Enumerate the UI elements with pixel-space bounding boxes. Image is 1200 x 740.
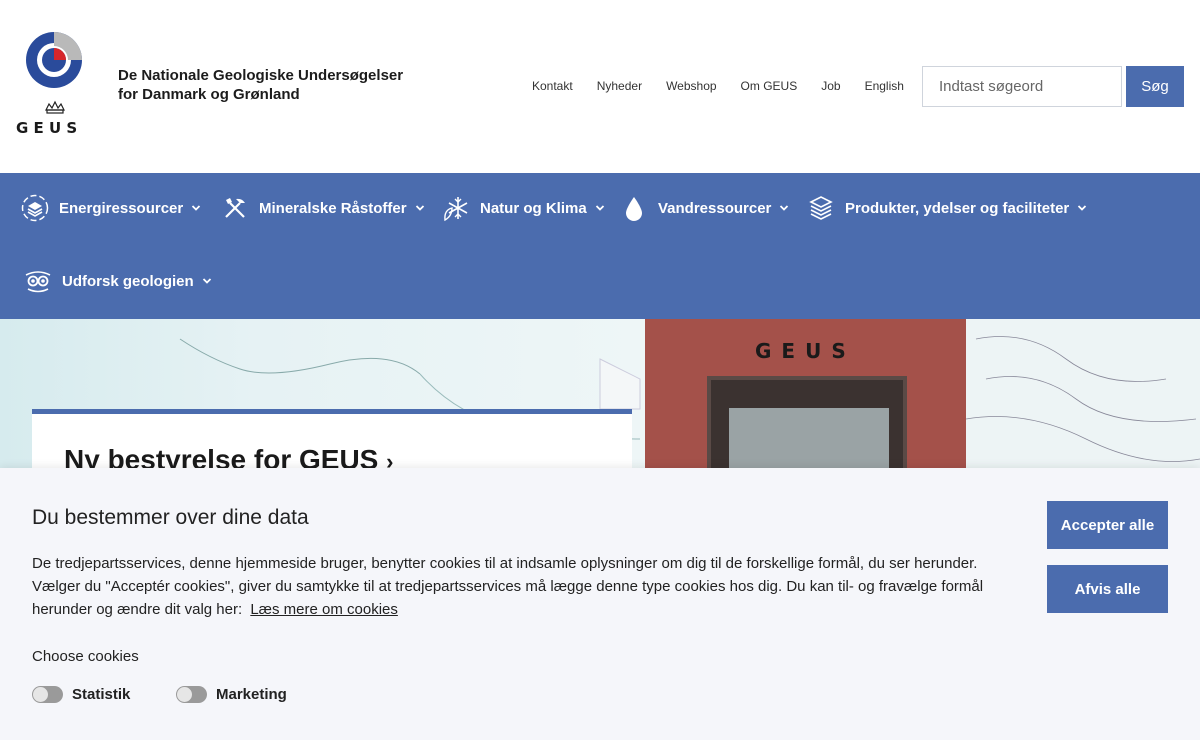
- cookie-description-text: De tredjepartsservices, denne hjemmeside…: [32, 555, 984, 618]
- top-link-job[interactable]: Job: [821, 79, 840, 93]
- building-sign: GEUS: [755, 339, 856, 363]
- cookie-banner: Du bestemmer over dine data De tredjepar…: [0, 468, 1200, 740]
- org-name-line2: for Danmark og Grønland: [118, 86, 300, 103]
- chevron-down-icon: [1078, 205, 1087, 211]
- nav-label: Produkter, ydelser og faciliteter: [845, 199, 1070, 217]
- toggle-marketing[interactable]: Marketing: [176, 686, 287, 703]
- hero-map-right: [965, 319, 1200, 479]
- chevron-down-icon: [202, 278, 211, 284]
- nav-item-mineralske-rastoffer[interactable]: Mineralske Råstoffer: [221, 194, 425, 222]
- toggle-label-statistik: Statistik: [72, 686, 131, 703]
- nav-label: Vandressourcer: [658, 199, 772, 217]
- org-name[interactable]: De Nationale Geologiske Undersøgelser fo…: [118, 66, 403, 104]
- toggle-switch[interactable]: [32, 686, 63, 703]
- nav-item-energiressourcer[interactable]: Energiressourcer: [21, 194, 201, 222]
- toggle-switch[interactable]: [176, 686, 207, 703]
- chevron-down-icon: [595, 205, 604, 211]
- top-link-english[interactable]: English: [865, 79, 904, 93]
- nav-label: Mineralske Råstoffer: [259, 199, 407, 217]
- cookie-title: Du bestemmer over dine data: [32, 506, 309, 529]
- energy-layers-icon: [21, 194, 49, 222]
- snowflake-leaf-icon: [444, 197, 468, 222]
- toggle-statistik[interactable]: Statistik: [32, 686, 130, 703]
- nav-label: Natur og Klima: [480, 199, 587, 217]
- cookie-read-more-link[interactable]: Læs mere om cookies: [250, 601, 398, 618]
- choose-cookies-label: Choose cookies: [32, 648, 139, 665]
- nav-item-produkter[interactable]: Produkter, ydelser og faciliteter: [807, 194, 1087, 222]
- chevron-down-icon: [415, 205, 424, 211]
- chevron-down-icon: [192, 205, 201, 211]
- tools-icon: [225, 198, 245, 218]
- geus-logo[interactable]: G E U S: [16, 30, 94, 136]
- building-door: [707, 376, 907, 479]
- nav-label: Udforsk geologien: [62, 272, 194, 290]
- toggle-label-marketing: Marketing: [216, 686, 287, 703]
- reject-all-button[interactable]: Afvis alle: [1047, 565, 1168, 613]
- nav-item-udforsk-geologien[interactable]: Udforsk geologien: [24, 267, 212, 295]
- top-link-om-geus[interactable]: Om GEUS: [741, 79, 798, 93]
- main-navigation: Energiressourcer Mineralske Råstoffer Na…: [0, 173, 1200, 319]
- search-button[interactable]: Søg: [1126, 66, 1184, 107]
- logo-text: G E U S: [16, 119, 77, 136]
- search-input[interactable]: [922, 66, 1122, 107]
- top-link-webshop[interactable]: Webshop: [666, 79, 716, 93]
- contour-lines-decoration: [965, 336, 1200, 462]
- cookie-description: De tredjepartsservices, denne hjemmeside…: [32, 552, 992, 621]
- binoculars-icon: [25, 271, 51, 293]
- accept-all-button[interactable]: Accepter alle: [1047, 501, 1168, 549]
- nav-item-vandressourcer[interactable]: Vandressourcer: [620, 194, 789, 222]
- site-header: G E U S De Nationale Geologiske Undersøg…: [0, 0, 1200, 173]
- hero-banner: GEUS Ny bestyrelse for GEUS ›: [0, 319, 1200, 479]
- nav-item-natur-og-klima[interactable]: Natur og Klima: [442, 194, 605, 222]
- top-link-nyheder[interactable]: Nyheder: [597, 79, 642, 93]
- hero-building-photo: GEUS: [645, 319, 966, 479]
- water-drop-icon: [626, 197, 642, 221]
- stack-icon: [809, 196, 833, 220]
- nav-label: Energiressourcer: [59, 199, 184, 217]
- chevron-down-icon: [780, 205, 789, 211]
- org-name-line1: De Nationale Geologiske Undersøgelser: [118, 67, 404, 84]
- top-link-kontakt[interactable]: Kontakt: [532, 79, 573, 93]
- top-links: Kontakt Nyheder Webshop Om GEUS Job Engl…: [520, 79, 916, 93]
